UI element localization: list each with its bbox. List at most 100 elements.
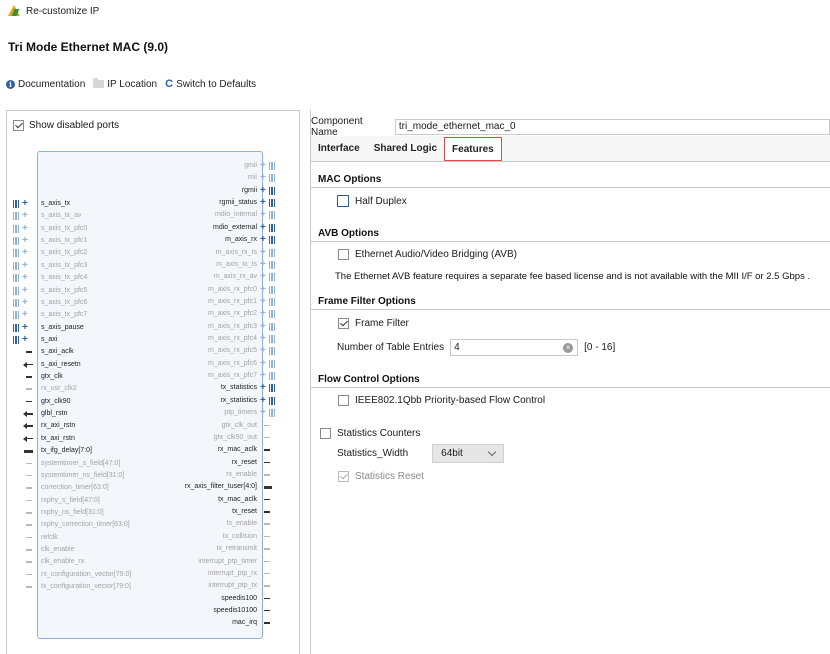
statistics-reset-option[interactable]: Statistics Reset (338, 471, 424, 482)
port-label: s_axis_tx_pfc3 (41, 261, 88, 269)
bus-port-icon (269, 322, 275, 331)
bus-port-icon (13, 286, 19, 295)
tab-interface[interactable]: Interface (311, 136, 367, 161)
port-label: tx_collision (222, 532, 257, 540)
expand-plus-icon: + (22, 259, 28, 271)
statistics-counters-option[interactable]: Statistics Counters (320, 428, 420, 439)
port-label: tx_retransmit (216, 545, 257, 553)
port-label: s_axis_pause (41, 323, 84, 331)
expand-plus-icon: + (260, 308, 266, 320)
half-duplex-checkbox[interactable] (337, 195, 349, 207)
port-wire (264, 436, 270, 439)
port-wire (27, 425, 33, 427)
port-label: s_axis_tx_pfc5 (41, 286, 88, 294)
avb-checkbox[interactable] (338, 249, 349, 260)
bus-port-icon (269, 186, 275, 195)
port-label: rxphy_correction_timer[63:0] (41, 521, 130, 529)
expand-plus-icon: + (260, 357, 266, 369)
port-label: speedis10100 (213, 606, 257, 614)
port-label: mii (248, 174, 257, 182)
port-label: m_axis_rx_pfc5 (207, 347, 257, 355)
port-label: mac_irq (232, 619, 257, 627)
flow-control-title: Flow Control Options (311, 372, 830, 388)
avb-options-section: AVB Options (311, 226, 830, 242)
show-disabled-ports-toggle[interactable]: Show disabled ports (13, 120, 119, 131)
frame-filter-checkbox[interactable] (338, 318, 349, 329)
port-label: rgmii_status (219, 199, 257, 207)
statistics-reset-label: Statistics Reset (355, 471, 424, 482)
ip-location-button[interactable]: IP Location (93, 78, 157, 90)
port-wire (26, 536, 32, 539)
documentation-label: Documentation (18, 78, 86, 90)
expand-plus-icon: + (260, 320, 266, 332)
avb-label: Ethernet Audio/Video Bridging (AVB) (355, 249, 517, 260)
port-label: interrupt_ptp_timer (198, 557, 257, 565)
bus-port-icon (13, 237, 19, 246)
avb-option[interactable]: Ethernet Audio/Video Bridging (AVB) (338, 249, 517, 260)
expand-plus-icon: + (260, 407, 266, 419)
port-wire (27, 413, 33, 415)
port-label: mdio_internal (214, 211, 257, 219)
port-label: interrupt_ptp_tx (208, 582, 257, 590)
port-label: rgmii (241, 186, 257, 194)
port-wire (26, 499, 32, 502)
statistics-reset-checkbox[interactable] (338, 471, 349, 482)
port-label: gmii (244, 162, 257, 169)
bus-port-icon (13, 224, 19, 233)
ip-toolbar: i Documentation IP Location C Switch to … (6, 78, 256, 90)
statistics-counters-checkbox[interactable] (320, 428, 331, 439)
port-label: rx_reset (231, 458, 257, 466)
bus-port-icon (13, 212, 19, 221)
port-label: m_axis_rx_pfc2 (207, 310, 257, 318)
port-label: s_axis_tx_pfc6 (41, 298, 88, 306)
bus-port-icon (269, 310, 275, 319)
expand-plus-icon: + (260, 283, 266, 295)
pfc-checkbox[interactable] (338, 395, 349, 406)
pfc-option[interactable]: IEEE802.1Qbb Priority-based Flow Control (338, 395, 545, 406)
expand-plus-icon: + (260, 160, 266, 171)
frame-filter-option[interactable]: Frame Filter (338, 318, 409, 329)
port-wire (264, 535, 270, 538)
expand-plus-icon: + (22, 284, 28, 296)
port-wire (26, 376, 32, 378)
port-label: gtx_clk90_out (213, 433, 257, 441)
expand-plus-icon: + (260, 333, 266, 345)
avb-options-title: AVB Options (311, 226, 830, 242)
folder-icon (93, 78, 105, 88)
switch-to-defaults-button[interactable]: C Switch to Defaults (165, 78, 256, 90)
half-duplex-option[interactable]: Half Duplex (337, 195, 407, 207)
port-label: s_axis_tx_pfc1 (41, 237, 88, 245)
bus-port-icon (269, 335, 275, 344)
bus-port-icon (13, 249, 19, 258)
tab-features[interactable]: Features (444, 137, 502, 161)
mac-options-title: MAC Options (311, 172, 830, 188)
port-label: tx_configuration_vector[79:0] (41, 583, 131, 591)
bus-port-icon (269, 162, 275, 170)
clear-icon[interactable]: × (563, 342, 574, 353)
bus-port-icon (269, 297, 275, 306)
tab-shared-logic[interactable]: Shared Logic (367, 136, 444, 161)
port-label: rx_enable (226, 471, 257, 478)
component-name-input[interactable]: tri_mode_ethernet_mac_0 (394, 119, 830, 135)
port-label: clk_enable_rx (41, 558, 85, 566)
bus-port-icon (269, 396, 275, 405)
port-wire (264, 498, 270, 501)
port-label: tx_statistics (220, 384, 257, 392)
port-label: systemtimer_ns_field[31:0] (41, 471, 125, 479)
port-wire (264, 511, 270, 513)
documentation-button[interactable]: i Documentation (6, 79, 85, 90)
statistics-width-row: Statistics_Width 64bit (337, 444, 505, 463)
show-disabled-ports-checkbox[interactable] (13, 120, 24, 131)
bus-port-icon (269, 347, 275, 356)
table-entries-input[interactable]: 4 × (450, 339, 579, 356)
frame-filter-title: Frame Filter Options (311, 294, 830, 310)
frame-filter-label: Frame Filter (355, 318, 409, 329)
port-label: m_axis_rx_pfc0 (207, 285, 257, 293)
port-wire (26, 351, 32, 353)
bus-port-icon (269, 236, 275, 245)
table-entries-label: Number of Table Entries (337, 342, 445, 353)
statistics-width-select[interactable]: 64bit (432, 444, 505, 463)
port-label: m_axis_rx_av (213, 273, 257, 281)
bus-port-icon (13, 274, 19, 283)
port-label: s_axis_tx (41, 200, 71, 207)
